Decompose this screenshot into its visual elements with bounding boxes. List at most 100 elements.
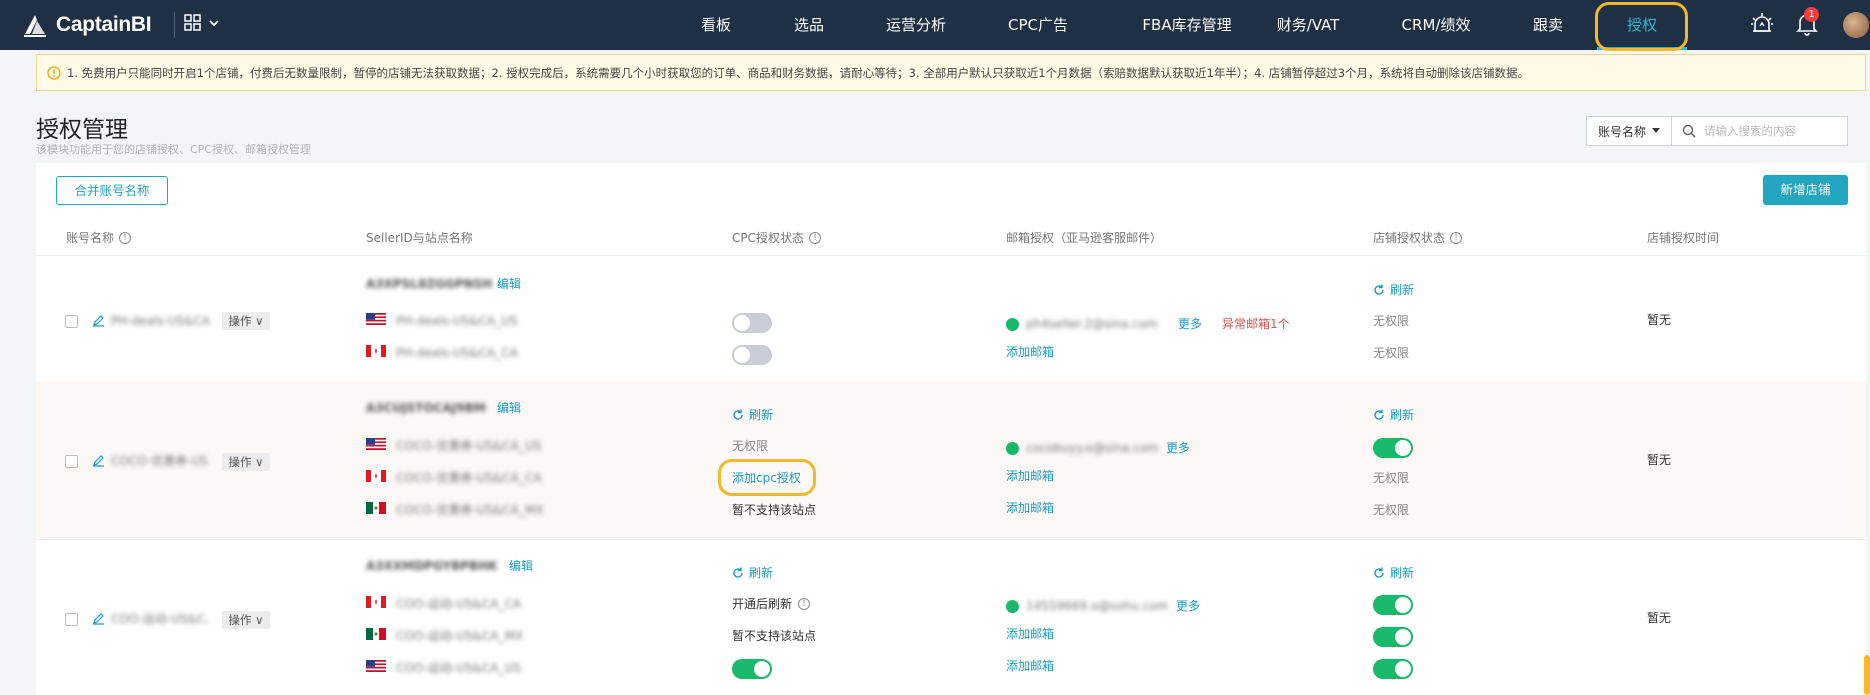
operation-label: 操作: [228, 455, 252, 469]
nav-finance-vat[interactable]: 财务/VAT: [1275, 0, 1341, 50]
nav-crm[interactable]: CRM/绩效: [1401, 0, 1471, 50]
captain-logo-icon: [24, 15, 46, 37]
store-refresh-button[interactable]: 刷新: [1373, 281, 1414, 298]
edit-seller-link[interactable]: 编辑: [509, 558, 533, 574]
abnormal-email-link[interactable]: 异常邮箱1个: [1222, 316, 1290, 332]
operation-dropdown[interactable]: 操作 ∨: [222, 453, 270, 471]
col-header-seller: SellerID与站点名称: [366, 229, 473, 246]
app-switcher[interactable]: [184, 14, 220, 32]
search-input-wrap: [1672, 116, 1848, 146]
flag-mx-icon: [366, 628, 386, 640]
alarm-light-icon[interactable]: [1750, 10, 1774, 36]
site-name: PH-deals-US&CA_US: [396, 314, 518, 328]
col-header-account-label: 账号名称: [66, 231, 115, 245]
search-input[interactable]: [1704, 124, 1834, 138]
cpc-status-text: 暂不支持该站点: [732, 629, 817, 643]
nav-follow-sell[interactable]: 跟卖: [1532, 0, 1564, 50]
seller-id: A3XPSL8ZGGPNSH: [366, 277, 493, 291]
brand-logo[interactable]: CaptainBI: [22, 8, 152, 42]
toggle-knob: [754, 661, 770, 677]
cpc-toggle[interactable]: [732, 659, 772, 679]
flag-ca-icon: [366, 345, 386, 357]
email-more-link[interactable]: 更多: [1178, 316, 1202, 332]
col-header-auth-time: 店铺授权时间: [1647, 229, 1719, 246]
store-auth-toggle[interactable]: [1373, 659, 1413, 679]
email-more-link[interactable]: 更多: [1166, 440, 1190, 456]
refresh-icon: [733, 567, 743, 578]
edit-pencil-icon[interactable]: [92, 612, 105, 625]
flag-ca-icon: [366, 470, 386, 482]
email-more-link[interactable]: 更多: [1176, 598, 1200, 614]
add-email-link[interactable]: 添加邮箱: [1006, 500, 1054, 516]
nav-operations-analysis[interactable]: 运营分析: [886, 0, 946, 50]
add-email-link[interactable]: 添加邮箱: [1006, 468, 1054, 484]
add-store-button[interactable]: 新增店铺: [1763, 175, 1848, 205]
info-icon[interactable]: !: [119, 231, 132, 244]
toggle-knob: [1395, 629, 1411, 645]
refresh-label: 刷新: [1390, 566, 1415, 580]
page-subtitle: 该模块功能用于您的店铺授权、CPC授权、邮箱授权管理: [36, 143, 311, 156]
cpc-toggle[interactable]: [732, 313, 772, 333]
info-icon[interactable]: !: [1450, 231, 1463, 244]
scrollbar-thumb[interactable]: [1864, 655, 1870, 695]
toggle-knob: [1395, 440, 1411, 456]
add-email-link[interactable]: 添加邮箱: [1006, 626, 1054, 642]
page-title: 授权管理: [36, 117, 128, 143]
edit-seller-link[interactable]: 编辑: [497, 400, 521, 416]
flag-us-icon: [366, 313, 386, 325]
operation-dropdown[interactable]: 操作 ∨: [222, 312, 270, 330]
row-checkbox[interactable]: [65, 613, 78, 626]
col-header-store-status: 店铺授权状态 !: [1373, 229, 1463, 246]
nav-product-selection[interactable]: 选品: [793, 0, 825, 50]
col-header-email-label: 邮箱授权（亚马逊客服邮件）: [1006, 231, 1163, 245]
cpc-refresh-button[interactable]: 刷新: [732, 406, 773, 423]
search-field-select[interactable]: 账号名称: [1586, 116, 1672, 146]
nav-authorization[interactable]: 授权: [1597, 0, 1687, 50]
auth-time: 暂无: [1647, 453, 1672, 467]
top-navbar: CaptainBI 看板 选品 运营分析 CPC广告 FBA库存管理 财务/VA…: [0, 0, 1870, 51]
edit-pencil-icon[interactable]: [92, 314, 105, 327]
add-cpc-auth-link[interactable]: 添加cpc授权: [732, 470, 801, 486]
col-header-account: 账号名称 !: [66, 229, 132, 246]
user-avatar[interactable]: [1843, 12, 1869, 38]
col-header-email: 邮箱授权（亚马逊客服邮件）: [1006, 229, 1162, 246]
col-header-auth-time-label: 店铺授权时间: [1647, 231, 1720, 245]
site-name: COO-运动-US&CA_MX: [396, 629, 524, 643]
merge-account-button[interactable]: 合并账号名称: [56, 176, 168, 205]
flag-us-icon: [366, 660, 386, 672]
site-name: COO-运动-US&CA_CA: [396, 597, 522, 611]
edit-pencil-icon[interactable]: [92, 454, 105, 467]
row-checkbox[interactable]: [65, 315, 78, 328]
caret-down-icon: [1652, 128, 1660, 133]
store-auth-toggle[interactable]: [1373, 627, 1413, 647]
store-auth-toggle[interactable]: [1373, 595, 1413, 615]
operation-dropdown[interactable]: 操作 ∨: [222, 611, 270, 629]
store-refresh-button[interactable]: 刷新: [1373, 406, 1414, 423]
row-checkbox[interactable]: [65, 455, 78, 468]
notification-badge: 1: [1804, 7, 1819, 22]
cpc-status-text: 暂不支持该站点: [732, 503, 817, 517]
operation-label: 操作: [228, 613, 252, 627]
email-ok-icon: [1006, 600, 1019, 613]
add-email-link[interactable]: 添加邮箱: [1006, 658, 1054, 674]
account-name: COO-运动-US&CA: [111, 612, 207, 626]
table-row: [36, 256, 1866, 381]
cpc-status-text: 开通后刷新: [732, 597, 793, 611]
add-email-link[interactable]: 添加邮箱: [1006, 344, 1054, 360]
info-icon[interactable]: !: [809, 231, 821, 244]
nav-fba-inventory[interactable]: FBA库存管理: [1128, 0, 1246, 50]
flag-mx-icon: [366, 502, 386, 514]
store-refresh-button[interactable]: 刷新: [1373, 564, 1414, 581]
edit-seller-link[interactable]: 编辑: [497, 276, 521, 292]
info-icon[interactable]: !: [798, 598, 811, 610]
refresh-icon: [1374, 409, 1384, 420]
cpc-status: 开通后刷新 !: [732, 596, 811, 612]
nav-dashboard[interactable]: 看板: [700, 0, 732, 50]
store-auth-toggle[interactable]: [1373, 438, 1413, 458]
store-status-text: 无权限: [1373, 503, 1410, 517]
cpc-toggle[interactable]: [732, 345, 772, 365]
search-field-label: 账号名称: [1597, 124, 1646, 139]
account-name: COCO-优惠券-US&CA: [111, 454, 207, 468]
nav-cpc-ads[interactable]: CPC广告: [1006, 0, 1070, 50]
cpc-refresh-button[interactable]: 刷新: [732, 564, 773, 581]
